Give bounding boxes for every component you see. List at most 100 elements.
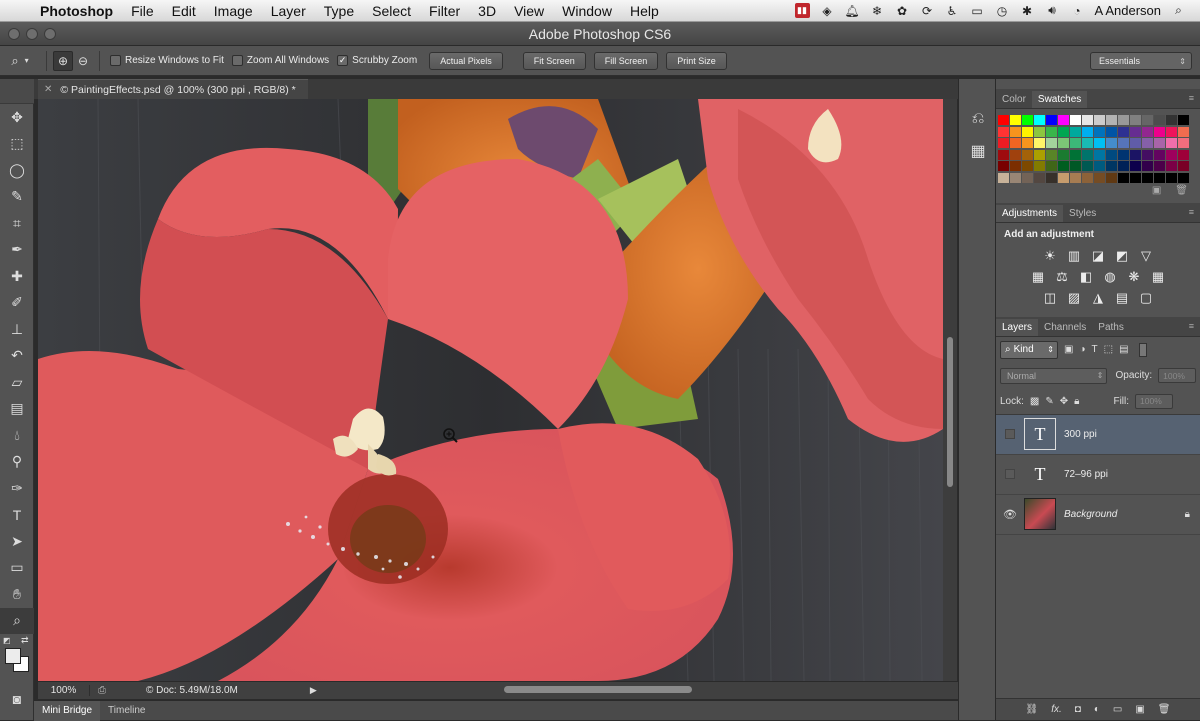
minimize-window-button[interactable] — [26, 28, 38, 40]
color-swatch[interactable] — [1034, 161, 1045, 171]
menu-image[interactable]: Image — [205, 3, 262, 19]
color-swatch[interactable] — [1058, 150, 1069, 160]
default-colors-icon[interactable]: ◩ — [3, 636, 11, 645]
color-swatch[interactable] — [1118, 173, 1129, 183]
visibility-toggle[interactable] — [996, 429, 1024, 439]
time-machine-icon[interactable]: ◷ — [995, 3, 1010, 18]
marquee-tool-icon[interactable]: ⬚ — [0, 131, 34, 158]
scrubby-zoom-checkbox[interactable]: ✓ Scrubby Zoom — [337, 55, 417, 66]
color-swatch[interactable] — [1178, 127, 1189, 137]
color-swatch[interactable] — [1094, 150, 1105, 160]
color-swatch[interactable] — [1118, 161, 1129, 171]
zoom-tool-icon[interactable]: ⌕ — [0, 608, 34, 635]
color-swatch[interactable] — [1106, 115, 1117, 125]
layer-row-300-ppi[interactable]: T 300 ppi — [996, 415, 1200, 455]
visibility-toggle[interactable]: 👁︎ — [996, 508, 1024, 521]
color-swatch[interactable] — [1082, 173, 1093, 183]
color-swatch[interactable] — [1022, 127, 1033, 137]
color-swatch[interactable] — [1046, 150, 1057, 160]
color-swatch[interactable] — [1058, 173, 1069, 183]
color-swatch[interactable] — [1082, 138, 1093, 148]
color-swatch[interactable] — [998, 127, 1009, 137]
menu-3d[interactable]: 3D — [469, 3, 505, 19]
tab-paths[interactable]: Paths — [1092, 319, 1130, 336]
status-menu-arrow-icon[interactable]: ▶ — [310, 685, 317, 696]
paw-icon[interactable]: ✿ — [895, 3, 910, 18]
brightness-contrast-icon[interactable]: ☀ — [1043, 249, 1058, 263]
color-swatch[interactable] — [1130, 138, 1141, 148]
black-white-icon[interactable]: ◧ — [1079, 270, 1094, 284]
color-swatch[interactable] — [1034, 173, 1045, 183]
actual-pixels-button[interactable]: Actual Pixels — [429, 52, 503, 70]
notification-bell-icon[interactable]: 🔔︎ — [845, 3, 860, 18]
menu-layer[interactable]: Layer — [262, 3, 315, 19]
lock-icon[interactable]: 🔒︎ — [1185, 509, 1190, 520]
layer-row-background[interactable]: 👁︎ Background 🔒︎ — [996, 495, 1200, 535]
color-swatch[interactable] — [1106, 161, 1117, 171]
foreground-color-swatch[interactable] — [5, 648, 21, 664]
panel-menu-icon[interactable]: ≡ — [1189, 93, 1194, 103]
color-swatch[interactable] — [1034, 115, 1045, 125]
pixel-filter-icon[interactable]: ▣ — [1064, 344, 1073, 355]
color-swatch[interactable] — [1130, 115, 1141, 125]
panel-menu-icon[interactable]: ≡ — [1189, 321, 1194, 331]
layer-name[interactable]: 300 ppi — [1064, 429, 1097, 440]
color-swatch[interactable] — [1106, 127, 1117, 137]
menu-file[interactable]: File — [122, 3, 163, 19]
color-swatch[interactable] — [1106, 138, 1117, 148]
shape-filter-icon[interactable]: ⬚ — [1104, 344, 1113, 355]
color-swatch[interactable] — [1094, 138, 1105, 148]
checkbox-box[interactable] — [110, 55, 121, 66]
layer-style-icon[interactable]: fx. — [1051, 704, 1062, 715]
color-swatch[interactable] — [1010, 173, 1021, 183]
color-swatch[interactable] — [1034, 127, 1045, 137]
invert-icon[interactable]: ◫ — [1043, 291, 1058, 305]
tab-timeline[interactable]: Timeline — [100, 705, 153, 716]
brush-tool-icon[interactable]: ✐ — [0, 290, 34, 317]
color-swatch[interactable] — [1046, 161, 1057, 171]
zoom-out-button[interactable]: ⊖ — [73, 51, 93, 71]
color-swatch[interactable] — [1010, 127, 1021, 137]
color-swatch[interactable] — [998, 173, 1009, 183]
menu-select[interactable]: Select — [363, 3, 420, 19]
color-swatch[interactable] — [1082, 115, 1093, 125]
color-swatch[interactable] — [998, 115, 1009, 125]
smart-object-filter-icon[interactable]: ▤ — [1119, 344, 1128, 355]
color-swatch[interactable] — [1094, 173, 1105, 183]
layer-row-72-96-ppi[interactable]: T 72–96 ppi — [996, 455, 1200, 495]
clock-icon[interactable]: ◔ — [1070, 3, 1085, 18]
visibility-off-icon[interactable] — [1005, 469, 1015, 479]
path-selection-tool-icon[interactable]: ➤ — [0, 528, 34, 555]
tab-styles[interactable]: Styles — [1063, 205, 1102, 222]
menu-edit[interactable]: Edit — [163, 3, 205, 19]
lock-all-icon[interactable]: 🔒︎ — [1074, 396, 1079, 407]
curves-icon[interactable]: ◪ — [1091, 249, 1106, 263]
scrollbar-thumb[interactable] — [947, 337, 953, 487]
zoom-window-button[interactable] — [44, 28, 56, 40]
vibrance-icon[interactable]: ▽ — [1139, 249, 1154, 263]
fill-field[interactable]: 100% — [1135, 394, 1173, 409]
clone-stamp-tool-icon[interactable]: ⊥ — [0, 316, 34, 343]
color-swatch[interactable] — [1142, 161, 1153, 171]
color-swatch[interactable] — [1046, 173, 1057, 183]
color-swatch[interactable] — [1166, 138, 1177, 148]
color-swatch[interactable] — [1070, 150, 1081, 160]
color-swatch[interactable] — [1058, 115, 1069, 125]
print-size-button[interactable]: Print Size — [666, 52, 727, 70]
color-swatch[interactable] — [1154, 150, 1165, 160]
color-swatch[interactable] — [1034, 138, 1045, 148]
rectangle-tool-icon[interactable]: ▭ — [0, 555, 34, 582]
zoom-level-field[interactable]: 100% — [38, 685, 90, 696]
visibility-off-icon[interactable] — [1005, 429, 1015, 439]
color-swatch[interactable] — [1022, 161, 1033, 171]
posterize-icon[interactable]: ▨ — [1067, 291, 1082, 305]
color-swatch[interactable] — [1166, 161, 1177, 171]
color-swatch[interactable] — [1166, 173, 1177, 183]
new-adjustment-layer-icon[interactable]: ◐ — [1094, 704, 1100, 715]
color-swatch[interactable] — [1010, 161, 1021, 171]
levels-icon[interactable]: ▥ — [1067, 249, 1082, 263]
selective-color-icon[interactable]: ▢ — [1139, 291, 1154, 305]
close-window-button[interactable] — [8, 28, 20, 40]
gradient-tool-icon[interactable]: ▤ — [0, 396, 34, 423]
menu-view[interactable]: View — [505, 3, 553, 19]
